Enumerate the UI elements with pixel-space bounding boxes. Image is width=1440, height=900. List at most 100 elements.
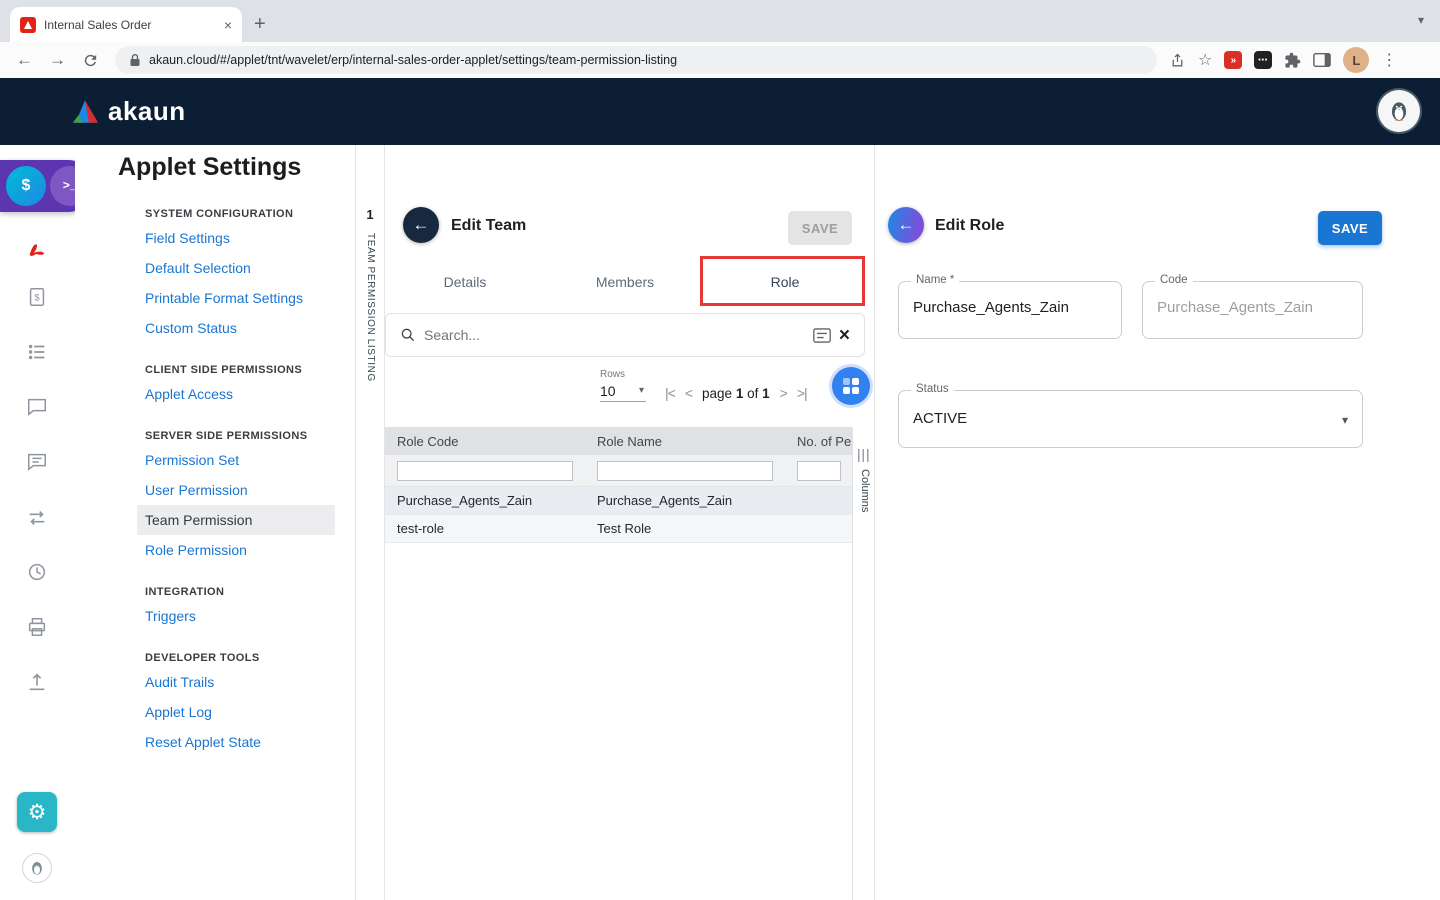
browser-menu-icon[interactable]: ⋮	[1381, 50, 1397, 70]
column-header-no-of-permissions[interactable]: No. of Pe	[785, 434, 852, 449]
chat-icon[interactable]	[26, 396, 48, 418]
sidebar-item-audit-trails[interactable]: Audit Trails	[137, 667, 335, 697]
settings-gear-button[interactable]: ⚙	[17, 792, 57, 832]
sidebar-item-field-settings[interactable]: Field Settings	[137, 223, 335, 253]
back-button[interactable]: ←	[888, 207, 924, 243]
page-word: page	[702, 386, 732, 401]
sidebar-item-custom-status[interactable]: Custom Status	[137, 313, 335, 343]
url-bar[interactable]: akaun.cloud/#/applet/tnt/wavelet/erp/int…	[115, 46, 1157, 74]
browser-profile-avatar[interactable]: L	[1343, 47, 1369, 73]
extension-dark-icon[interactable]: ⋯	[1254, 51, 1272, 69]
next-page-button[interactable]: >	[780, 385, 787, 401]
table-header-row: Role Code Role Name No. of Pe	[385, 427, 852, 455]
upload-icon[interactable]	[26, 671, 48, 693]
first-page-button[interactable]: |<	[665, 385, 675, 401]
list-view-icon[interactable]	[813, 328, 831, 343]
filter-no-of-permissions-input[interactable]	[797, 461, 841, 481]
tab-role[interactable]: Role	[705, 260, 865, 305]
toolbar-actions: ☆ » ⋯ L ⋮	[1169, 47, 1397, 73]
columns-panel-toggle[interactable]: Columns	[852, 427, 875, 900]
tab-title: Internal Sales Order	[44, 18, 216, 32]
code-input[interactable]	[1157, 299, 1348, 316]
sidebar-item-triggers[interactable]: Triggers	[137, 601, 335, 631]
sidebar-item-printable-format-settings[interactable]: Printable Format Settings	[137, 283, 335, 313]
back-button[interactable]: ←	[403, 207, 439, 243]
pdf-icon[interactable]	[26, 240, 48, 262]
sidebar-item-default-selection[interactable]: Default Selection	[137, 253, 335, 283]
akaun-logo-mark-icon	[70, 98, 100, 125]
akaun-logo[interactable]: akaun	[70, 96, 186, 127]
lock-icon	[129, 53, 141, 67]
name-input[interactable]	[913, 299, 1107, 316]
role-save-button[interactable]: SAVE	[1318, 211, 1382, 245]
grid-view-button[interactable]	[832, 367, 870, 405]
name-field: Name *	[898, 281, 1122, 339]
sidebar-item-role-permission[interactable]: Role Permission	[137, 535, 335, 565]
sidebar-item-team-permission[interactable]: Team Permission	[137, 505, 335, 535]
total-pages: 1	[762, 386, 770, 401]
panel-strip: 1 TEAM PERMISSION LISTING	[356, 145, 385, 900]
screen: Internal Sales Order × + ▾ ← → akaun.clo…	[0, 0, 1440, 900]
last-page-button[interactable]: >|	[797, 385, 807, 401]
user-avatar-penguin[interactable]	[1378, 90, 1420, 132]
transfer-arrows-icon[interactable]	[26, 507, 48, 529]
clear-search-icon[interactable]: ×	[839, 326, 850, 345]
billing-document-icon[interactable]: $	[26, 286, 48, 308]
team-save-button[interactable]: SAVE	[788, 211, 852, 245]
app-navbar: akaun	[0, 78, 1440, 145]
roles-table: Role Code Role Name No. of Pe Purchase_A…	[385, 427, 852, 543]
of-word: of	[747, 386, 758, 401]
table-row[interactable]: test-role Test Role	[385, 515, 852, 543]
back-icon[interactable]: ←	[16, 50, 33, 70]
columns-label: Columns	[859, 469, 871, 512]
rows-label: Rows	[600, 369, 625, 380]
extension-red-icon[interactable]: »	[1224, 51, 1242, 69]
column-header-role-name[interactable]: Role Name	[585, 434, 785, 449]
status-field[interactable]: Status ACTIVE ▾	[898, 390, 1363, 448]
search-input[interactable]	[424, 327, 805, 343]
list-icon[interactable]	[26, 341, 48, 363]
forward-icon[interactable]: →	[49, 50, 66, 70]
sidebar-item-reset-applet-state[interactable]: Reset Applet State	[137, 727, 335, 757]
tab-close-icon[interactable]: ×	[224, 17, 232, 33]
new-tab-button[interactable]: +	[254, 10, 266, 38]
rail-penguin-avatar[interactable]	[22, 853, 52, 883]
sidebar-item-applet-log[interactable]: Applet Log	[137, 697, 335, 727]
left-icon-rail: $ >_ $ ⚙	[0, 145, 75, 900]
rows-per-page-select[interactable]: 10 ▾	[600, 383, 646, 402]
browser-tab[interactable]: Internal Sales Order ×	[10, 7, 242, 42]
reload-icon[interactable]	[82, 52, 99, 69]
edit-team-title: Edit Team	[451, 217, 526, 235]
printer-icon[interactable]	[26, 616, 48, 638]
section-header-developer-tools: DEVELOPER TOOLS	[137, 647, 335, 667]
side-panel-icon[interactable]	[1313, 52, 1331, 68]
grid-icon	[843, 378, 859, 394]
sidebar-item-user-permission[interactable]: User Permission	[137, 475, 335, 505]
tab-search-chevron-icon[interactable]: ▾	[1418, 13, 1424, 27]
edit-role-panel: ← Edit Role SAVE Name * Code Status ACTI…	[875, 145, 1440, 900]
section-header-system-configuration: SYSTEM CONFIGURATION	[137, 203, 335, 223]
hand-dollar-icon[interactable]: $	[6, 166, 46, 206]
arrow-left-icon: ←	[898, 215, 915, 235]
edit-role-title: Edit Role	[935, 217, 1004, 235]
history-clock-icon[interactable]	[26, 561, 48, 583]
pager-controls: |< < page 1 of 1 > >|	[665, 385, 807, 401]
tab-details[interactable]: Details	[385, 260, 545, 305]
table-row[interactable]: Purchase_Agents_Zain Purchase_Agents_Zai…	[385, 487, 852, 515]
bookmark-star-icon[interactable]: ☆	[1198, 50, 1212, 70]
column-header-role-code[interactable]: Role Code	[385, 434, 585, 449]
sidebar-item-permission-set[interactable]: Permission Set	[137, 445, 335, 475]
drag-handle-icon	[858, 449, 870, 462]
table-filter-row	[385, 455, 852, 487]
page-title: Applet Settings	[118, 153, 301, 182]
url-text: akaun.cloud/#/applet/tnt/wavelet/erp/int…	[149, 53, 677, 67]
extensions-puzzle-icon[interactable]	[1284, 52, 1301, 69]
tab-members[interactable]: Members	[545, 260, 705, 305]
prev-page-button[interactable]: <	[685, 385, 692, 401]
filter-role-name-input[interactable]	[597, 461, 773, 481]
sidebar-item-applet-access[interactable]: Applet Access	[137, 379, 335, 409]
filter-role-code-input[interactable]	[397, 461, 573, 481]
akaun-logo-text: akaun	[108, 96, 186, 127]
share-icon[interactable]	[1169, 52, 1186, 69]
chat-alt-icon[interactable]	[26, 451, 48, 473]
